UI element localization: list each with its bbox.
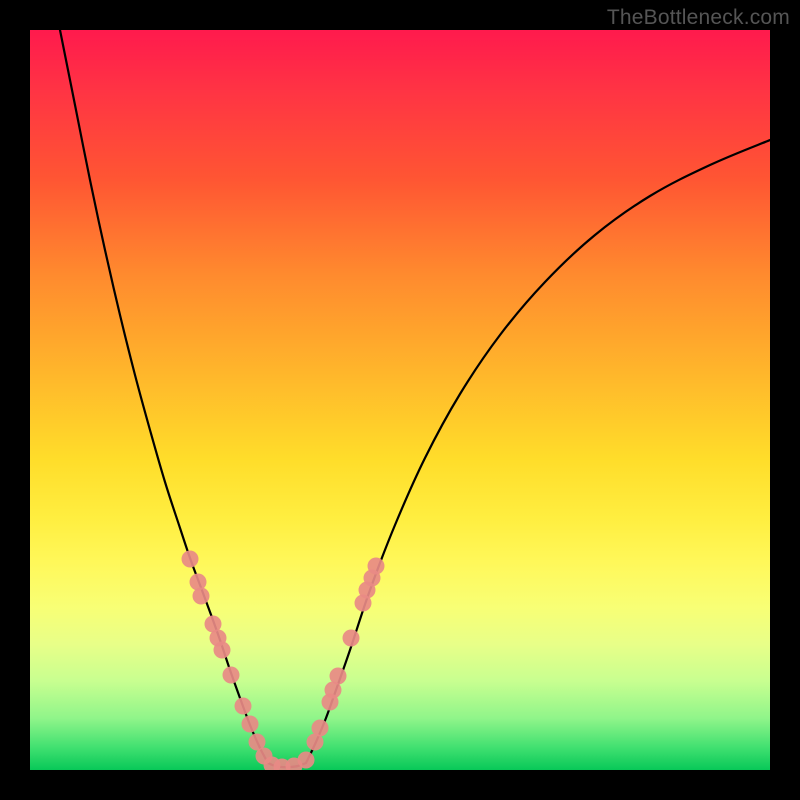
data-marker bbox=[343, 630, 360, 647]
chart-root: TheBottleneck.com bbox=[0, 0, 800, 800]
data-marker bbox=[223, 667, 240, 684]
data-marker bbox=[242, 716, 259, 733]
data-marker bbox=[235, 698, 252, 715]
plot-area bbox=[30, 30, 770, 770]
data-marker bbox=[214, 642, 231, 659]
data-marker bbox=[368, 558, 385, 575]
curve-group bbox=[60, 30, 770, 767]
data-marker bbox=[330, 668, 347, 685]
data-marker bbox=[193, 588, 210, 605]
right-curve bbox=[306, 140, 770, 763]
data-marker bbox=[298, 752, 315, 769]
marker-group bbox=[182, 551, 385, 771]
curves-svg bbox=[30, 30, 770, 770]
data-marker bbox=[190, 574, 207, 591]
left-curve bbox=[60, 30, 268, 763]
data-marker bbox=[182, 551, 199, 568]
data-marker bbox=[312, 720, 329, 737]
watermark-text: TheBottleneck.com bbox=[607, 6, 790, 30]
